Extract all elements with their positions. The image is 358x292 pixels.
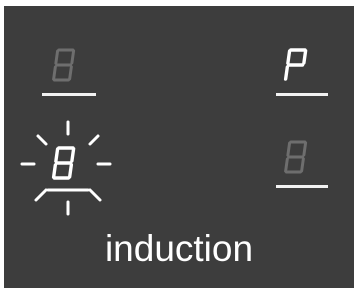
cooking-zone-top-right[interactable] bbox=[274, 44, 334, 104]
zone-underline bbox=[42, 93, 96, 96]
cooking-zone-top-left[interactable] bbox=[42, 44, 102, 104]
cooking-zone-middle-right[interactable] bbox=[274, 136, 334, 196]
zone-underline bbox=[276, 185, 328, 188]
induction-label: induction bbox=[104, 228, 254, 269]
zone-underline bbox=[276, 93, 328, 96]
cooking-zone-middle-left[interactable] bbox=[20, 120, 112, 216]
hob-control-panel: induction bbox=[4, 6, 354, 288]
flashing-indicator-icon bbox=[20, 120, 112, 216]
